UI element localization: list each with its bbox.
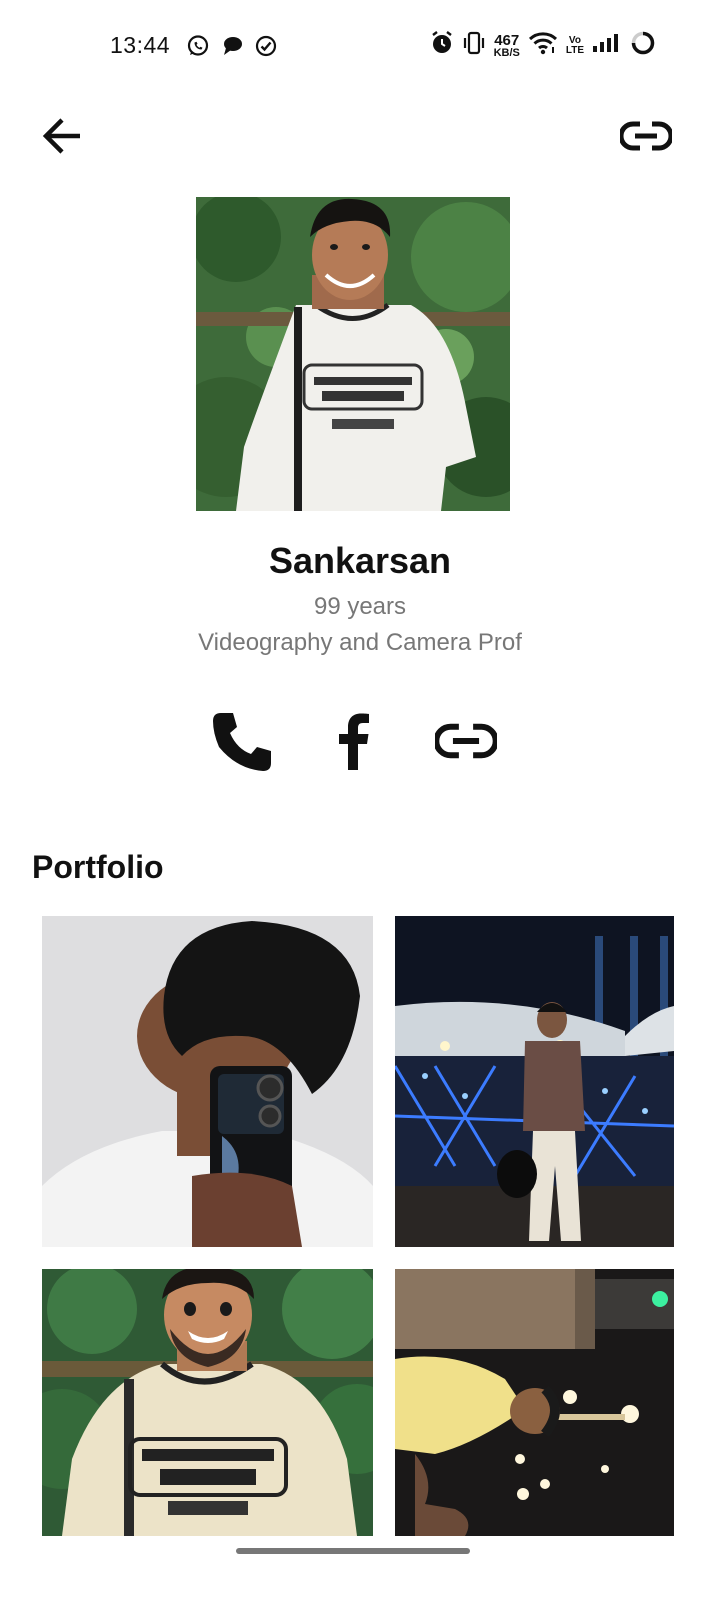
net-speed-value: 467 (494, 31, 520, 49)
wifi-icon (528, 30, 558, 61)
volte-bottom: LTE (565, 44, 584, 56)
back-button[interactable] (36, 110, 88, 162)
portfolio-image-4[interactable] (395, 1269, 674, 1536)
profile-age: 99 years (313, 593, 407, 620)
link-icon (435, 723, 497, 759)
volte-top: Vo (568, 34, 581, 46)
alarm-icon (430, 30, 454, 61)
phone-icon (213, 713, 271, 771)
net-speed-unit: KB/S (493, 46, 520, 59)
profile-photo (196, 197, 510, 511)
portfolio-title: Portfolio (32, 849, 164, 885)
status-right-group: 467 KB/S Vo LTE (430, 30, 656, 61)
arrow-left-icon (42, 118, 80, 154)
chat-icon (220, 34, 244, 63)
profile-name: Sankarsan (268, 540, 452, 581)
battery-icon (630, 30, 656, 61)
status-time: 13:44 (110, 32, 171, 58)
link-icon (620, 121, 672, 151)
bottom-safe-area (0, 1536, 720, 1600)
portfolio-image-1[interactable] (42, 916, 373, 1247)
portfolio-image-3[interactable] (42, 1269, 373, 1536)
volte-indicator: Vo LTE (565, 34, 584, 56)
home-indicator[interactable] (236, 1548, 470, 1554)
whatsapp-icon (186, 34, 210, 63)
status-bar: 13:44 467 KB/S Vo LTE (0, 0, 720, 96)
facebook-button[interactable] (326, 706, 380, 776)
net-speed: 467 KB/S (494, 33, 520, 59)
call-button[interactable] (208, 706, 278, 776)
facebook-icon (339, 713, 369, 770)
check-circle-icon (254, 34, 278, 63)
portfolio-image-2[interactable] (395, 916, 674, 1247)
website-link-button[interactable] (432, 706, 500, 776)
signal-icon (592, 30, 622, 61)
profile-profession: Videography and Camera Prof (198, 629, 522, 656)
share-link-button[interactable] (616, 112, 676, 160)
vibrate-icon (462, 30, 486, 61)
contact-actions (0, 706, 720, 776)
